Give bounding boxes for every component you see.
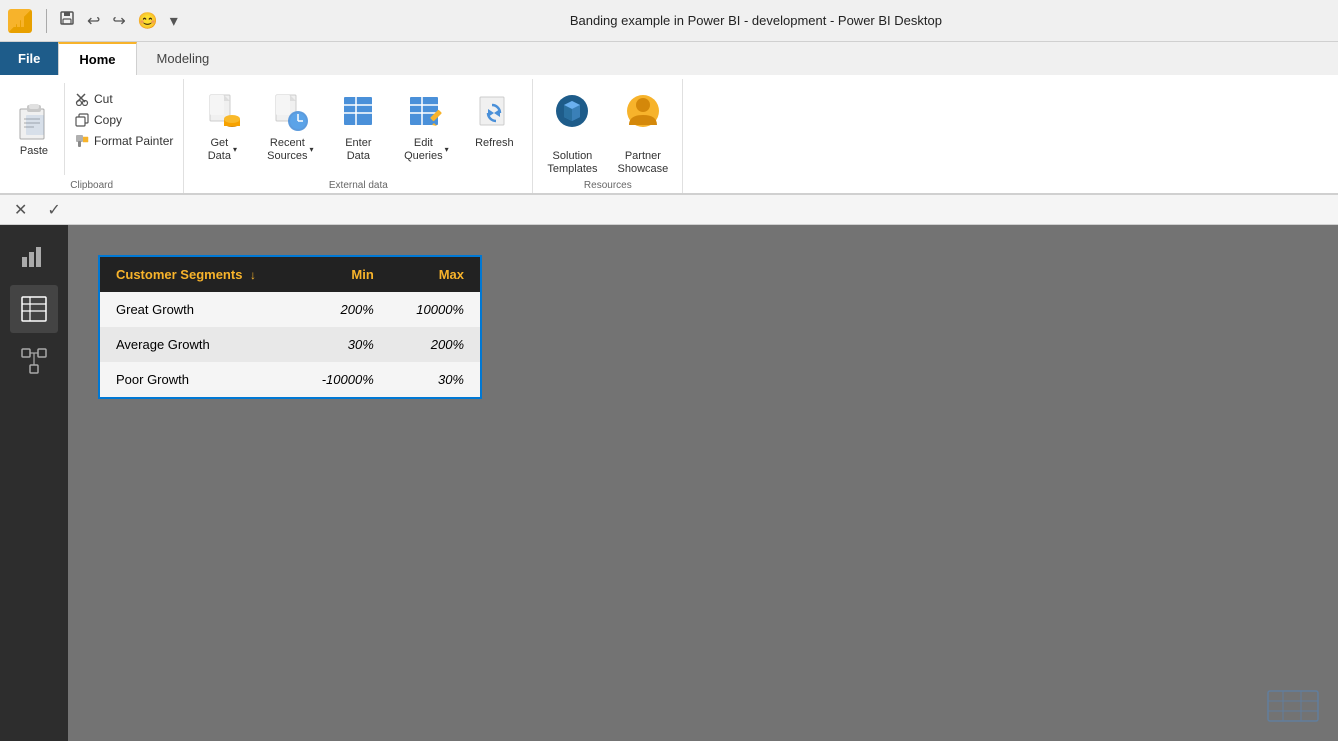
- partner-showcase-icon: [619, 87, 667, 135]
- formula-cancel-button[interactable]: ✕: [8, 198, 33, 222]
- clipboard-small-buttons: Cut Copy Format Painter: [69, 83, 179, 175]
- quick-access-toolbar: ↩ ↪ 😊 ▾: [55, 7, 182, 34]
- app-body: Customer Segments ↓ Min Max Great Growth: [0, 225, 1338, 741]
- recent-sources-icon: [266, 87, 314, 135]
- refresh-label: Refresh: [475, 137, 514, 150]
- paste-button[interactable]: Paste: [4, 83, 65, 175]
- resources-group-label: Resources: [584, 180, 632, 191]
- get-data-chevron: ▾: [233, 146, 237, 154]
- cell-min-2: 30%: [295, 327, 390, 362]
- title-separator: [46, 9, 47, 33]
- save-button[interactable]: [55, 7, 79, 34]
- cell-max-2: 200%: [390, 327, 480, 362]
- edit-queries-label: Edit Queries ▾: [404, 137, 449, 163]
- formula-confirm-button[interactable]: ✓: [41, 198, 66, 222]
- solution-templates-button[interactable]: Solution Templates: [537, 83, 607, 181]
- formula-bar: ✕ ✓: [0, 195, 1338, 225]
- external-data-group-label: External data: [329, 180, 388, 191]
- tab-home[interactable]: Home: [58, 42, 136, 75]
- edit-queries-chevron: ▾: [445, 146, 449, 154]
- canvas-area: Customer Segments ↓ Min Max Great Growth: [68, 225, 1338, 741]
- recent-sources-button[interactable]: Recent Sources ▾: [256, 83, 324, 167]
- app-logo: [8, 9, 32, 33]
- emoji-button[interactable]: 😊: [134, 8, 162, 34]
- refresh-icon: [470, 87, 518, 135]
- tab-file[interactable]: File: [0, 42, 58, 75]
- solution-templates-icon: [548, 87, 596, 135]
- sidebar-item-data[interactable]: [10, 285, 58, 333]
- sidebar-item-report[interactable]: [10, 233, 58, 281]
- data-table-container: Customer Segments ↓ Min Max Great Growth: [98, 255, 482, 399]
- resources-group: Solution Templates Partner Showcase: [533, 79, 683, 193]
- solution-templates-label: Solution Templates: [547, 137, 597, 177]
- ribbon-tabs: File Home Modeling: [0, 42, 1338, 75]
- recent-sources-chevron: ▾: [310, 146, 314, 154]
- undo-button[interactable]: ↩: [83, 8, 104, 34]
- table-row: Poor Growth -10000% 30%: [100, 362, 480, 397]
- enter-data-button[interactable]: Enter Data: [324, 83, 392, 167]
- refresh-button[interactable]: Refresh: [460, 83, 528, 154]
- format-painter-label: Format Painter: [94, 134, 173, 148]
- cut-label: Cut: [94, 92, 113, 106]
- get-data-label: Get Data ▾: [208, 137, 237, 163]
- edit-queries-button[interactable]: Edit Queries ▾: [392, 83, 460, 167]
- external-data-group: Get Data ▾: [184, 79, 533, 193]
- partner-showcase-button[interactable]: Partner Showcase: [608, 83, 679, 181]
- col-header-max[interactable]: Max: [390, 257, 480, 292]
- title-bar: ↩ ↪ 😊 ▾ Banding example in Power BI - de…: [0, 0, 1338, 42]
- sort-arrow-icon: ↓: [250, 268, 256, 282]
- copy-label: Copy: [94, 113, 122, 127]
- table-row: Average Growth 30% 200%: [100, 327, 480, 362]
- enter-data-icon: [334, 87, 382, 135]
- enter-data-label: Enter Data: [345, 137, 371, 163]
- customize-button[interactable]: ▾: [166, 8, 182, 34]
- paste-label: Paste: [20, 145, 48, 157]
- col-header-customer-segments[interactable]: Customer Segments ↓: [100, 257, 295, 292]
- cell-min-3: -10000%: [295, 362, 390, 397]
- cell-min-1: 200%: [295, 292, 390, 327]
- cursor-indicator: [1263, 686, 1323, 726]
- copy-button[interactable]: Copy: [69, 110, 179, 130]
- format-painter-button[interactable]: Format Painter: [69, 131, 179, 151]
- recent-sources-label: Recent Sources ▾: [267, 137, 313, 163]
- edit-queries-icon: [402, 87, 450, 135]
- redo-button[interactable]: ↪: [108, 8, 129, 34]
- ribbon: Paste Cut: [0, 75, 1338, 195]
- cell-customer-segments-3[interactable]: Poor Growth: [100, 362, 295, 397]
- col-header-min[interactable]: Min: [295, 257, 390, 292]
- get-data-icon: [198, 87, 246, 135]
- clipboard-group: Paste Cut: [0, 79, 184, 193]
- tab-modeling[interactable]: Modeling: [137, 42, 230, 75]
- cell-customer-segments-2[interactable]: Average Growth: [100, 327, 295, 362]
- cut-button[interactable]: Cut: [69, 89, 179, 109]
- cell-customer-segments-1[interactable]: Great Growth: [100, 292, 295, 327]
- left-sidebar: [0, 225, 68, 741]
- partner-showcase-label: Partner Showcase: [618, 137, 669, 177]
- get-data-button[interactable]: Get Data ▾: [188, 83, 256, 167]
- window-title: Banding example in Power BI - developmen…: [182, 13, 1330, 28]
- cell-max-3: 30%: [390, 362, 480, 397]
- clipboard-group-label: Clipboard: [70, 180, 113, 191]
- table-row: Great Growth 200% 10000%: [100, 292, 480, 327]
- sidebar-item-model[interactable]: [10, 337, 58, 385]
- cell-max-1: 10000%: [390, 292, 480, 327]
- data-table: Customer Segments ↓ Min Max Great Growth: [100, 257, 480, 397]
